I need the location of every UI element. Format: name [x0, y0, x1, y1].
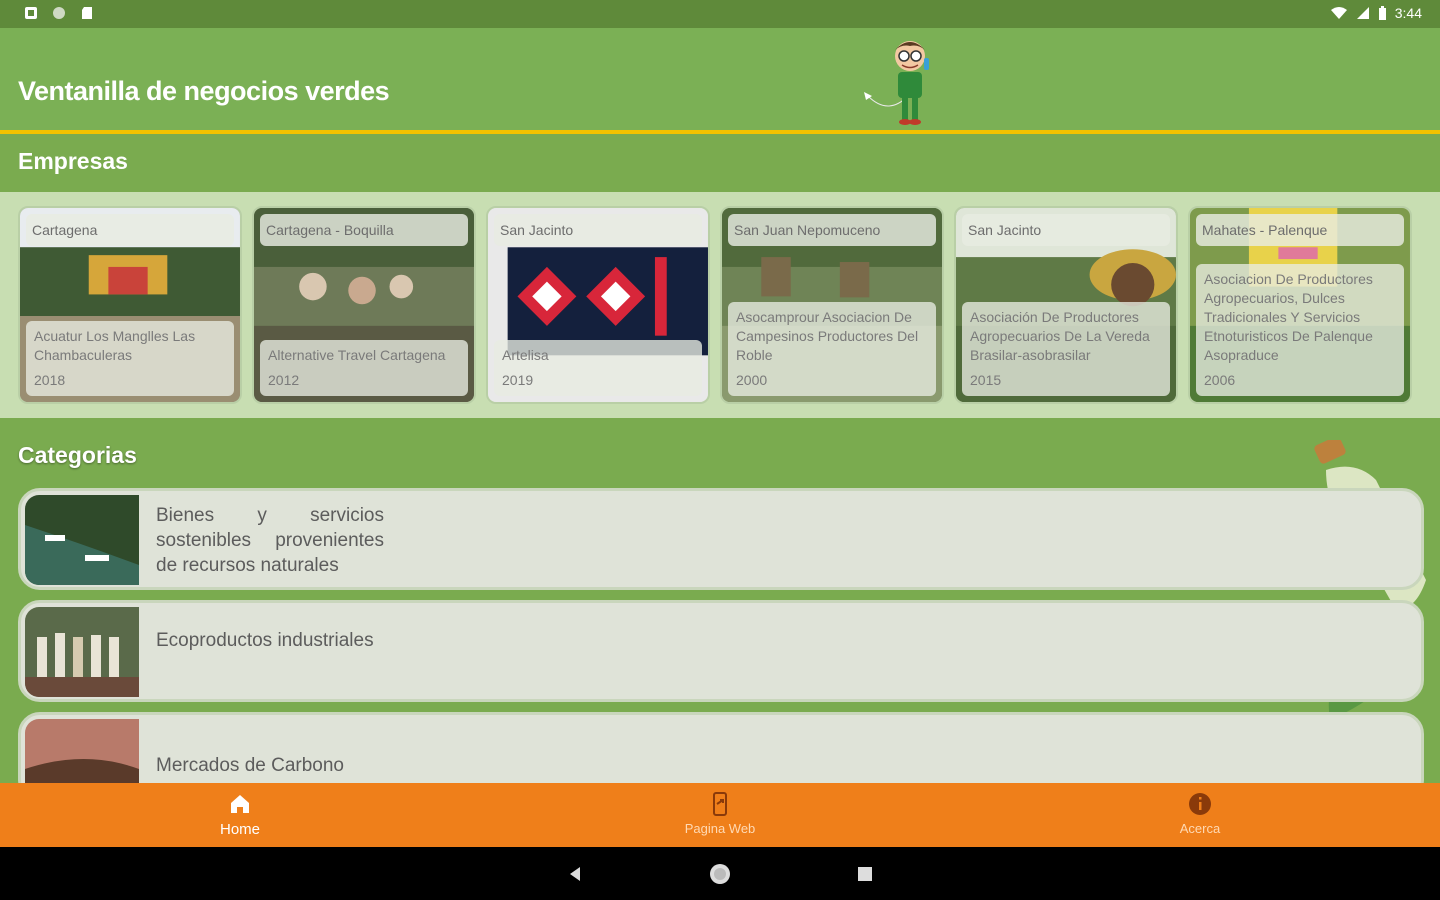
nav-acerca[interactable]: Acerca [1120, 791, 1280, 836]
company-card[interactable]: San Jacinto Artelisa 2019 [486, 206, 710, 404]
status-time: 3:44 [1394, 5, 1422, 21]
company-info: Asocamprour Asociacion De Campesinos Pro… [728, 302, 936, 396]
company-info: Acuatur Los Manglles Las Chambaculeras 2… [26, 321, 234, 396]
recents-icon[interactable] [854, 863, 876, 885]
sd-card-icon [82, 7, 92, 19]
mascot-illustration [864, 41, 929, 125]
circle-notification-icon [53, 7, 65, 19]
status-bar: 3:44 [0, 0, 1440, 28]
category-item[interactable]: Bienes y servicios sostenibles provenien… [18, 488, 1424, 590]
back-icon[interactable] [564, 863, 586, 885]
home-icon [231, 795, 249, 813]
empresas-header: Empresas [0, 134, 1440, 192]
company-info: Artelisa 2019 [494, 340, 702, 396]
company-city: San Jacinto [962, 214, 1170, 246]
nav-label: Pagina Web [684, 821, 756, 836]
category-label: Ecoproductos industriales [156, 630, 374, 651]
company-name: Artelisa [502, 347, 549, 363]
company-name: Asocamprour Asociacion De Campesinos Pro… [736, 309, 919, 363]
app-title: Ventanilla de negocios verdes [18, 76, 390, 106]
company-year: 2019 [502, 372, 534, 388]
category-label: Bienes y servicios sostenibles provenien… [156, 505, 384, 576]
nav-pagina-web[interactable]: Pagina Web [640, 791, 800, 836]
company-name: Asociación De Productores Agropecuarios … [970, 309, 1150, 363]
empresas-title: Empresas [18, 148, 128, 174]
company-card[interactable]: San Juan Nepomuceno Asocamprour Asociaci… [720, 206, 944, 404]
company-city: San Juan Nepomuceno [728, 214, 936, 246]
categorias-title: Categorias [18, 442, 137, 468]
battery-icon [1378, 5, 1386, 20]
company-city: Cartagena [26, 214, 234, 246]
company-name: Acuatur Los Manglles Las Chambaculeras [34, 328, 196, 363]
app-bar: Ventanilla de negocios verdes [0, 28, 1440, 130]
company-info: Asociacion De Productores Agropecuarios,… [1196, 264, 1404, 396]
company-info: Alternative Travel Cartagena 2012 [260, 340, 468, 396]
company-card[interactable]: Cartagena Acuatur Los Manglles Las Chamb… [18, 206, 242, 404]
company-city: San Jacinto [494, 214, 702, 246]
wifi-icon [1330, 7, 1347, 19]
company-card[interactable]: San Jacinto Asociación De Productores Ag… [954, 206, 1178, 404]
company-year: 2000 [736, 372, 768, 388]
company-year: 2006 [1204, 372, 1236, 388]
company-name: Asociacion De Productores Agropecuarios,… [1204, 271, 1373, 363]
home-circle-icon[interactable] [709, 863, 731, 885]
system-navigation-bar [0, 847, 1440, 900]
empresas-carousel[interactable]: Cartagena Acuatur Los Manglles Las Chamb… [0, 192, 1440, 418]
company-year: 2012 [268, 372, 300, 388]
bottom-navigation: Home Pagina Web Acerca [0, 783, 1440, 847]
company-city: Cartagena - Boquilla [260, 214, 468, 246]
company-year: 2015 [970, 372, 1002, 388]
nav-label: Home [219, 821, 260, 838]
signal-icon [1356, 7, 1369, 19]
category-thumbnail [25, 495, 139, 585]
category-label: Mercados de Carbono [156, 755, 344, 776]
company-info: Asociación De Productores Agropecuarios … [962, 302, 1170, 396]
company-year: 2018 [34, 372, 66, 388]
nav-home[interactable]: Home [160, 791, 320, 838]
phone-link-icon [713, 792, 727, 816]
notification-icon [25, 7, 37, 19]
company-card[interactable]: Mahates - Palenque Asociacion De Product… [1188, 206, 1412, 404]
category-item[interactable]: Ecoproductos industriales [18, 600, 1424, 702]
company-name: Alternative Travel Cartagena [268, 347, 446, 363]
info-icon [1189, 793, 1211, 815]
company-card[interactable]: Cartagena - Boquilla Alternative Travel … [252, 206, 476, 404]
category-thumbnail [25, 607, 139, 697]
company-city: Mahates - Palenque [1196, 214, 1404, 246]
nav-label: Acerca [1179, 821, 1221, 836]
